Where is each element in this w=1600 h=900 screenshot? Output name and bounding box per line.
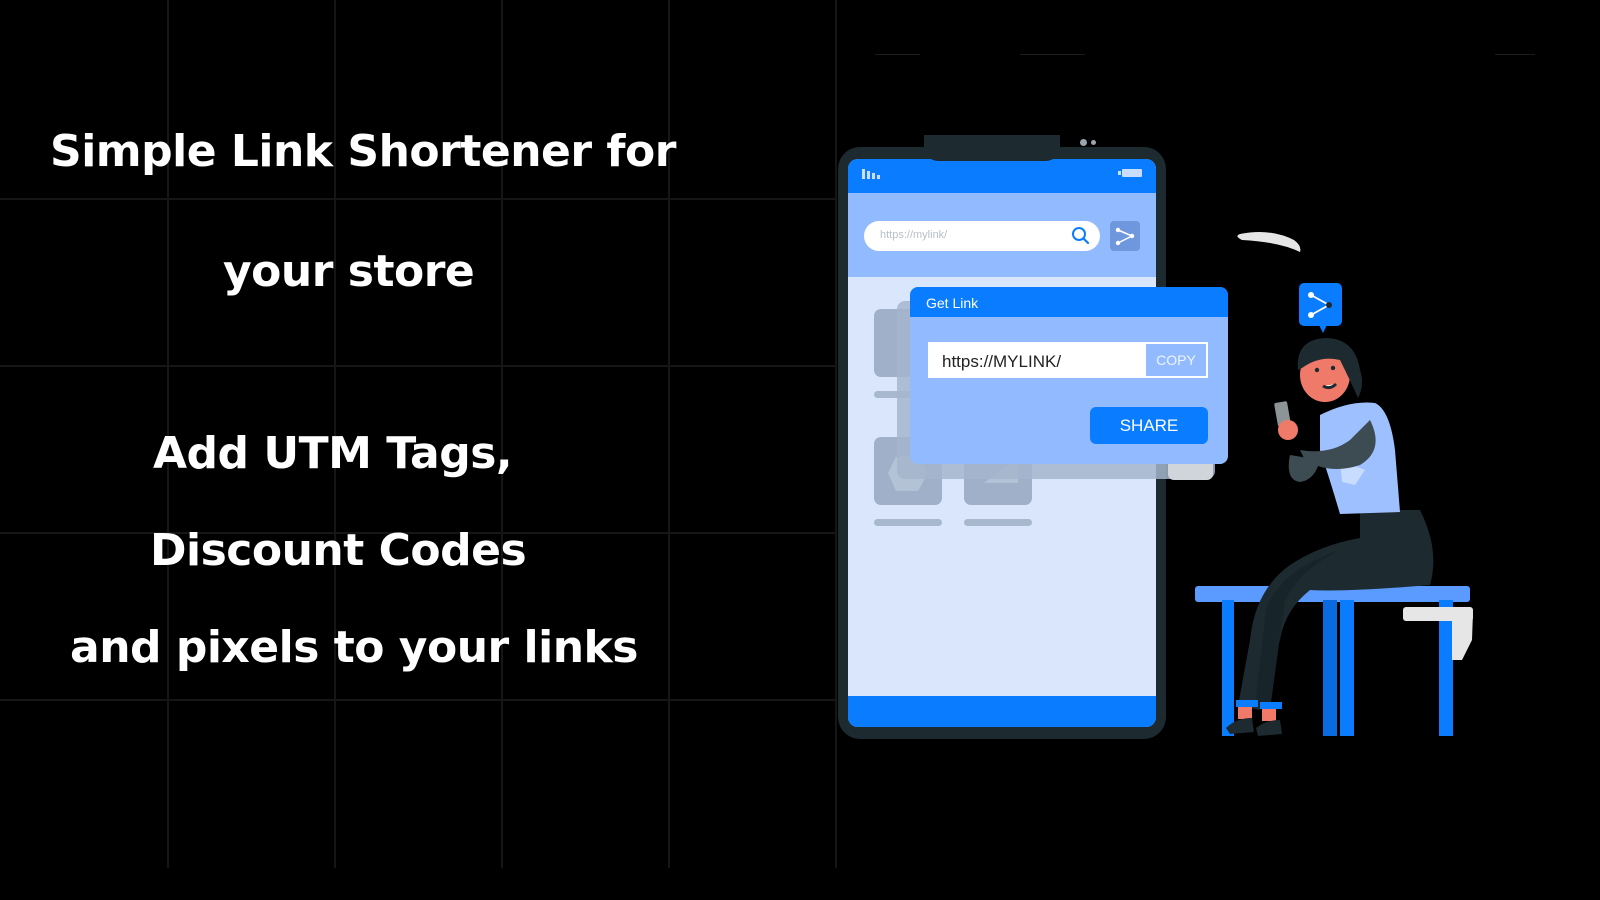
swoosh-shape: [1237, 232, 1301, 252]
content-bar: [874, 519, 942, 526]
battery-icon: [1118, 169, 1142, 177]
share-icon: [1115, 227, 1135, 246]
person-illustration: [1195, 232, 1473, 736]
faint-line: [1020, 54, 1085, 55]
share-button[interactable]: [1110, 221, 1140, 251]
get-link-dialog: Get Link https://MYLINK/ COPY SHARE: [910, 287, 1228, 464]
subheadline-line-2: Discount Codes: [150, 525, 527, 576]
bench-leg: [1222, 600, 1234, 736]
search-icon[interactable]: [1070, 225, 1092, 247]
phone-notch: [924, 135, 1096, 161]
bench-leg: [1323, 600, 1337, 736]
faint-line: [1495, 54, 1535, 55]
bench-leg: [1340, 600, 1354, 736]
short-link-field[interactable]: https://MYLINK/ COPY: [928, 342, 1208, 378]
headline-line-1: Simple Link Shortener for: [50, 126, 676, 177]
subheadline-line-1: Add UTM Tags,: [153, 428, 513, 479]
content-bar: [964, 519, 1032, 526]
short-link-value: https://MYLINK/: [942, 352, 1062, 371]
sock: [1236, 700, 1258, 707]
grid-line: [0, 198, 836, 200]
phone-header: https://mylink/: [848, 193, 1156, 277]
bench-cloth: [1452, 612, 1473, 660]
shoe: [1256, 720, 1282, 736]
status-bar: [848, 159, 1156, 193]
camera-icon: [1080, 139, 1087, 146]
grid-line: [0, 365, 836, 367]
headline-line-2: your store: [223, 246, 475, 297]
grid-line: [0, 699, 836, 701]
bottom-bar: [848, 696, 1156, 727]
dialog-title: Get Link: [926, 295, 979, 311]
subheadline-line-3: and pixels to your links: [70, 622, 639, 673]
search-placeholder: https://mylink/: [880, 229, 948, 241]
sensor-icon: [1091, 140, 1096, 145]
sock: [1260, 702, 1282, 709]
signal-icon: [862, 169, 880, 179]
dialog-header: Get Link: [910, 287, 1228, 317]
grid-line: [835, 0, 837, 868]
faint-line: [875, 54, 920, 55]
url-search-bar[interactable]: https://mylink/: [864, 221, 1100, 251]
